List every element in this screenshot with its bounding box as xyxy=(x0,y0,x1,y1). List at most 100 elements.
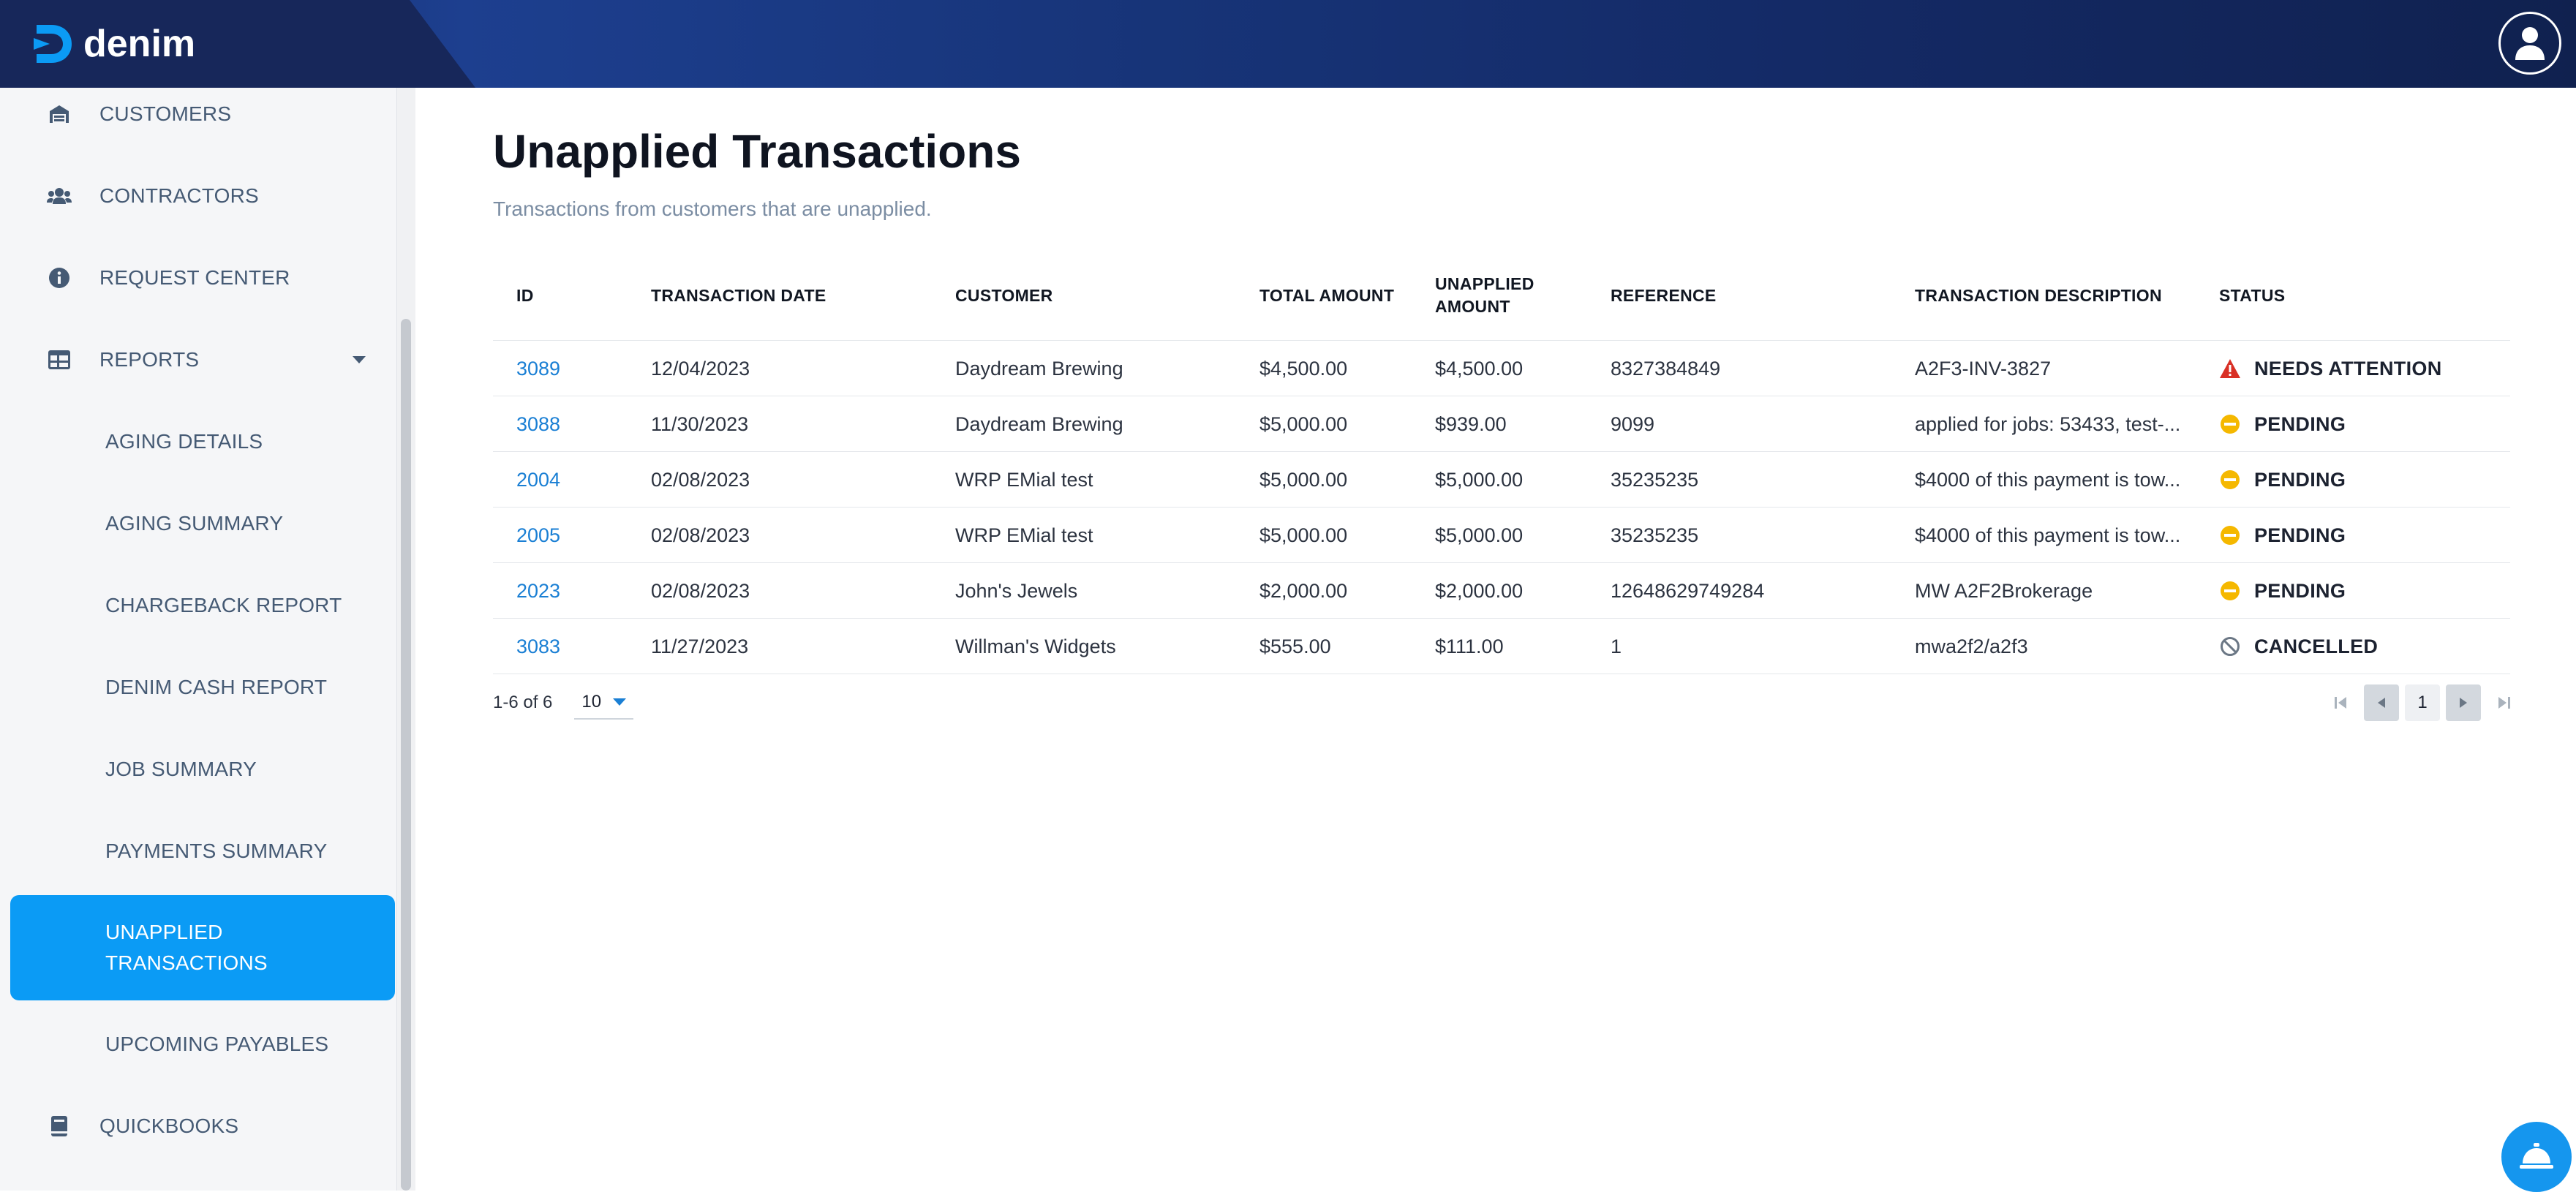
transaction-description: $4000 of this payment is tow... xyxy=(1915,524,2181,546)
table-row[interactable]: 3089 12/04/2023 Daydream Brewing $4,500.… xyxy=(493,341,2510,396)
transaction-description: mwa2f2/a2f3 xyxy=(1915,635,2028,657)
table-row[interactable]: 2005 02/08/2023 WRP EMial test $5,000.00… xyxy=(493,508,2510,563)
table-row[interactable]: 3083 11/27/2023 Willman's Widgets $555.0… xyxy=(493,619,2510,674)
status-badge: PENDING xyxy=(2219,452,2346,508)
sidebar-item-aging-summary[interactable]: AGING SUMMARY xyxy=(10,505,395,543)
column-header-unapplied-amount[interactable]: UNAPPLIED AMOUNT xyxy=(1435,250,1534,341)
transaction-id-link[interactable]: 2004 xyxy=(516,452,560,508)
transaction-description: A2F3-INV-3827 xyxy=(1915,357,2052,380)
transaction-id-link[interactable]: 3088 xyxy=(516,396,560,452)
chevron-right-icon xyxy=(2460,698,2467,708)
first-page-button[interactable] xyxy=(2323,684,2358,721)
sidebar-item-contractors[interactable]: CONTRACTORS xyxy=(10,177,395,215)
unapplied-amount: $939.00 xyxy=(1435,412,1507,435)
transaction-date: 12/04/2023 xyxy=(651,357,750,380)
sidebar-item-customers[interactable]: CUSTOMERS xyxy=(10,95,395,133)
sidebar-item-payments-summary[interactable]: PAYMENTS SUMMARY xyxy=(10,832,395,870)
chevron-down-icon[interactable] xyxy=(353,356,366,363)
pagination-info: 1-6 of 6 10 xyxy=(493,683,634,723)
pending-icon xyxy=(2219,524,2241,546)
user-avatar-button[interactable] xyxy=(2498,12,2561,75)
sidebar-item-job-summary[interactable]: JOB SUMMARY xyxy=(10,750,395,788)
user-icon xyxy=(2515,27,2545,60)
column-header-transaction-date[interactable]: TRANSACTION DATE xyxy=(651,250,826,341)
denim-logo-icon xyxy=(34,25,72,63)
table-row[interactable]: 2023 02/08/2023 John's Jewels $2,000.00 … xyxy=(493,563,2510,619)
last-page-button[interactable] xyxy=(2487,684,2522,721)
reference: 12648629749284 xyxy=(1611,579,1765,602)
chevron-down-icon xyxy=(613,698,627,706)
table-row[interactable]: 2004 02/08/2023 WRP EMial test $5,000.00… xyxy=(493,452,2510,508)
sidebar-item-aging-details[interactable]: AGING DETAILS xyxy=(10,423,395,461)
page-size-select[interactable]: 10 xyxy=(574,686,634,720)
page-subtitle: Transactions from customers that are una… xyxy=(493,197,932,220)
sidebar-item-label: REPORTS xyxy=(99,348,200,371)
sidebar-item-chargeback-report[interactable]: CHARGEBACK REPORT xyxy=(10,586,395,625)
previous-page-button[interactable] xyxy=(2364,684,2399,721)
status-badge: NEEDS ATTENTION xyxy=(2219,341,2442,396)
total-amount: $5,000.00 xyxy=(1259,524,1348,546)
transaction-id-link[interactable]: 3083 xyxy=(516,619,560,674)
table-row[interactable]: 3088 11/30/2023 Daydream Brewing $5,000.… xyxy=(493,396,2510,452)
total-amount: $4,500.00 xyxy=(1259,357,1348,380)
customer-name: WRP EMial test xyxy=(955,524,1093,546)
transaction-id-link[interactable]: 2023 xyxy=(516,563,560,619)
sidebar-item-denim-cash-report[interactable]: DENIM CASH REPORT xyxy=(10,668,395,706)
transaction-id-link[interactable]: 2005 xyxy=(516,508,560,563)
transactions-table: ID TRANSACTION DATE CUSTOMER TOTAL AMOUN… xyxy=(493,250,2510,674)
sidebar-item-label: CHARGEBACK REPORT xyxy=(105,594,342,616)
reference: 35235235 xyxy=(1611,468,1699,491)
main-content: Unapplied Transactions Transactions from… xyxy=(415,88,2576,1191)
unapplied-amount: $111.00 xyxy=(1435,635,1504,657)
transaction-date: 11/27/2023 xyxy=(651,635,749,657)
reference: 9099 xyxy=(1611,412,1655,435)
customer-name: WRP EMial test xyxy=(955,468,1093,491)
next-page-button[interactable] xyxy=(2446,684,2481,721)
sidebar-item-label: CUSTOMERS xyxy=(99,102,232,125)
status-badge: CANCELLED xyxy=(2219,619,2378,674)
service-bell-icon xyxy=(2520,1143,2553,1169)
customer-name: Willman's Widgets xyxy=(955,635,1116,657)
pending-icon xyxy=(2219,580,2241,602)
sidebar-scrollbar-thumb[interactable] xyxy=(401,319,411,1191)
column-header-status[interactable]: STATUS xyxy=(2219,250,2285,341)
status-badge: PENDING xyxy=(2219,508,2346,563)
page-number-button[interactable]: 1 xyxy=(2405,684,2440,721)
help-button[interactable] xyxy=(2501,1122,2572,1192)
transaction-description: MW A2F2Brokerage xyxy=(1915,579,2093,602)
pending-icon xyxy=(2219,469,2241,491)
last-page-icon xyxy=(2498,697,2510,709)
sidebar-item-reports[interactable]: REPORTS xyxy=(10,341,395,379)
sidebar-item-unapplied-transactions[interactable]: UNAPPLIED TRANSACTIONS xyxy=(10,895,395,1000)
sidebar-item-label: UNAPPLIED TRANSACTIONS xyxy=(105,917,268,978)
sidebar-item-request-center[interactable]: REQUEST CENTER xyxy=(10,259,395,297)
customer-name: Daydream Brewing xyxy=(955,357,1123,380)
sidebar-scrollbar[interactable] xyxy=(396,88,415,1191)
denim-logo[interactable]: denim xyxy=(31,16,195,72)
sidebar-item-label: AGING SUMMARY xyxy=(105,512,284,535)
sidebar-item-label: DENIM CASH REPORT xyxy=(105,676,328,698)
transaction-date: 02/08/2023 xyxy=(651,524,750,546)
cancelled-icon xyxy=(2219,635,2241,657)
sidebar-item-label: QUICKBOOKS xyxy=(99,1114,239,1137)
column-header-total-amount[interactable]: TOTAL AMOUNT xyxy=(1259,250,1394,341)
sidebar-item-label: REQUEST CENTER xyxy=(99,266,290,289)
total-amount: $2,000.00 xyxy=(1259,579,1348,602)
warning-icon xyxy=(2219,358,2241,380)
sidebar: CUSTOMERS CONTRACTORS REQUEST CENTER REP… xyxy=(0,88,415,1191)
transaction-date: 11/30/2023 xyxy=(651,412,749,435)
pending-icon xyxy=(2219,413,2241,435)
sidebar-item-quickbooks[interactable]: QUICKBOOKS xyxy=(10,1107,395,1145)
column-header-customer[interactable]: CUSTOMER xyxy=(955,250,1053,341)
sidebar-item-upcoming-payables[interactable]: UPCOMING PAYABLES xyxy=(10,1025,395,1063)
transaction-id-link[interactable]: 3089 xyxy=(516,341,560,396)
total-amount: $555.00 xyxy=(1259,635,1331,657)
column-header-transaction-description[interactable]: TRANSACTION DESCRIPTION xyxy=(1915,250,2162,341)
total-amount: $5,000.00 xyxy=(1259,468,1348,491)
transaction-date: 02/08/2023 xyxy=(651,468,750,491)
sidebar-item-label: CONTRACTORS xyxy=(99,184,259,207)
column-header-id[interactable]: ID xyxy=(516,250,534,341)
users-icon xyxy=(47,184,72,208)
column-header-reference[interactable]: REFERENCE xyxy=(1611,250,1717,341)
sidebar-item-label: UPCOMING PAYABLES xyxy=(105,1033,329,1055)
